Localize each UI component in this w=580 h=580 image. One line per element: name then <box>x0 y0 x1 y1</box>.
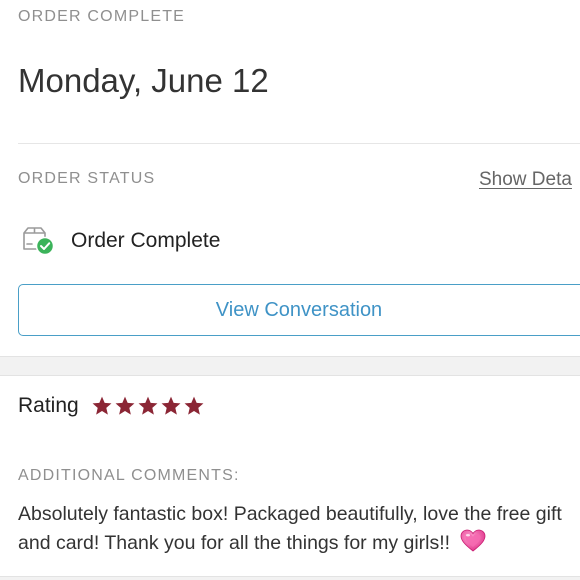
star-icon <box>92 396 112 415</box>
additional-comments-heading: ADDITIONAL COMMENTS: <box>18 467 240 484</box>
section-separator <box>0 356 580 376</box>
divider <box>18 143 580 144</box>
star-icon <box>184 396 204 415</box>
order-status-text: Order Complete <box>71 229 221 252</box>
star-icon <box>138 396 158 415</box>
rating-label: Rating <box>18 394 79 417</box>
order-status-row: Order Complete <box>21 225 220 257</box>
star-icon <box>161 396 181 415</box>
package-check-icon <box>21 225 55 257</box>
show-details-link[interactable]: Show Deta <box>479 169 572 191</box>
order-date: Monday, June 12 <box>18 62 269 99</box>
order-summary-card: ORDER COMPLETE Monday, June 12 ORDER STA… <box>0 0 580 356</box>
order-complete-heading: ORDER COMPLETE <box>18 8 186 25</box>
comment-text: Absolutely fantastic box! Packaged beaut… <box>18 500 580 562</box>
rating-row: Rating <box>18 394 205 418</box>
sparkling-heart-icon <box>460 529 486 562</box>
rating-stars <box>91 395 205 417</box>
order-status-heading: ORDER STATUS <box>18 170 156 187</box>
star-icon <box>115 396 135 415</box>
view-conversation-label: View Conversation <box>215 298 383 321</box>
view-conversation-button[interactable]: View Conversation <box>18 284 580 336</box>
order-details-page: ORDER COMPLETE Monday, June 12 ORDER STA… <box>0 0 580 580</box>
bottom-divider <box>0 576 580 580</box>
